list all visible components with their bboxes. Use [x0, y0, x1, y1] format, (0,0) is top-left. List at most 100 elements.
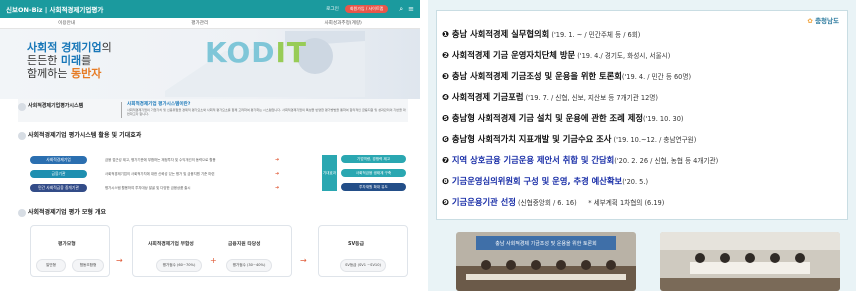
model-box-title: 금융지원 타당성: [228, 242, 261, 247]
system-intro-title: 사회적경제기업평가시스템: [28, 103, 84, 109]
usage-label[interactable]: 사회적경제기업: [30, 155, 87, 164]
item-title: 충남 사회적경제 실무협의회: [451, 29, 550, 39]
item-detail: ('19. 4./ 경기도, 화성시, 서울시): [575, 52, 671, 60]
item-title: 충남형 사회적경제 기금 설치 및 운용에 관한 조례 제정: [451, 113, 643, 123]
hero-line1: 사회적 경제기업: [27, 41, 102, 54]
usage-title-text: 사회적경제기업 평가시스템 활용 및 기대효과: [28, 132, 142, 139]
item-detail: ('19. 7. / 신협, 신보, 지산보 등 7개기관 12명): [523, 94, 658, 102]
model-title-text: 사회적경제기업 평가 모형 개요: [28, 209, 107, 216]
result-pill[interactable]: 기업역량, 경쟁력 제고: [341, 155, 406, 163]
model-chip[interactable]: SV등급 (SV1 ~SV10): [340, 259, 386, 272]
item-detail: ('19. 10. 30): [642, 115, 684, 123]
hero-line3: 함께하는: [27, 67, 71, 80]
province-logo-text: 충청남도: [815, 17, 839, 25]
usage-section-title: 사회적경제기업 평가시스템 활용 및 기대효과: [18, 130, 141, 140]
item-note: * 세부계획 1차협의 (6.19): [588, 199, 665, 207]
arrow-icon: →: [300, 256, 307, 265]
item-detail: ('19. 4. / 민간 등 60명): [621, 73, 692, 81]
hero-line1-suffix: 의: [101, 41, 112, 54]
effect-box: 기대효과: [322, 155, 337, 191]
model-box-title: SV등급: [348, 242, 364, 247]
timeline-item: ❷ 사회적경제 기금 운영자치단체 방문 ('19. 4./ 경기도, 화성시,…: [442, 49, 670, 61]
search-icon[interactable]: ⌕: [399, 5, 403, 14]
model-chip[interactable]: 협동조합형: [72, 259, 104, 272]
timeline-item: ❺ 충남형 사회적경제 기금 설치 및 운용에 관한 조례 제정('19. 10…: [442, 112, 683, 124]
arrow-icon: ➜: [275, 156, 280, 163]
hero-line2-em: 미래: [60, 54, 82, 67]
hero-line2-suffix: 를: [81, 54, 92, 67]
meeting-photo: 충남 사회적경제 기금조성 및 운용을 위한 토론회: [456, 232, 636, 291]
model-chip[interactable]: 평가점수 (60~70%): [156, 259, 202, 272]
kodit-logo-k: K: [205, 36, 227, 69]
nav-item-social-outcome[interactable]: 사회성과추정(계량): [324, 20, 361, 26]
usage-row: 금융기관 사회적경제기업의 사회적가치에 대한 신뢰성 있는 평가 및 금융지원…: [30, 169, 320, 178]
province-logo: ✿ 충청남도: [807, 15, 839, 25]
bullet-dot: [18, 131, 26, 140]
timeline-card: ✿ 충청남도 ❶ 충남 사회적경제 실무협의회 ('19. 1. ~ / 민간주…: [436, 10, 848, 220]
model-box-title: 사회적경제기업 부합성: [148, 242, 194, 247]
result-pill[interactable]: 투자재원 확대 유도: [341, 183, 406, 191]
item-title: 충남 사회적경제 기금조성 및 운용을 위한 토론회: [451, 71, 622, 81]
system-description: 사회적경제기업의 기업가치 및 신용위험을 경제적 평가요소와 사회적 평가요소…: [127, 108, 406, 116]
usage-text: 사회적경제기업의 사회적가치에 대한 신뢰성 있는 평가 및 금융지원 기준 마…: [105, 172, 215, 176]
item-detail: (신협중앙회 / 6. 16): [515, 199, 577, 207]
people-icon: ✿: [807, 17, 813, 25]
usage-text: 금융 접근성 제고, 평가기준에 부합하는 재정투자 및 수익개선의 동력으로 …: [105, 158, 216, 162]
plus-sign: +: [210, 256, 217, 265]
usage-text: 평가시스템 활용하여 투자대상 발굴 및 다양한 금융상품 출시: [105, 186, 191, 190]
system-question: 사회적경제기업 평가시스템이란?: [127, 102, 191, 107]
timeline-item: ❾ 기금운용기관 선정 (신협중앙회 / 6. 16) * 세부계획 1차협의 …: [442, 196, 664, 208]
meeting-photo-image: [660, 232, 840, 291]
arrow-icon: ➜: [275, 170, 280, 177]
item-number: ❺: [442, 113, 450, 123]
model-chip[interactable]: 일반형: [36, 259, 66, 272]
left-screenshot-panel: 신보ON-Biz | 사회적경제기업평가 로그인 회원가입 / 사이트맵 ⌕ ≡…: [0, 0, 420, 291]
top-header-bar: 신보ON-Biz | 사회적경제기업평가 로그인 회원가입 / 사이트맵 ⌕ ≡: [0, 0, 420, 18]
item-title: 충남형 사회적가치 지표개발 및 기금수요 조사: [451, 134, 612, 144]
hero-line3-em: 동반자: [70, 67, 102, 80]
usage-label[interactable]: 금융기관: [30, 169, 87, 178]
timeline-item: ❸ 충남 사회적경제 기금조성 및 운용을 위한 토론회('19. 4. / 민…: [442, 70, 691, 82]
item-title: 사회적경제 기금 운영자치단체 방문: [451, 50, 576, 60]
signup-button[interactable]: 회원가입 / 사이트맵: [344, 5, 389, 13]
item-title: 기금운영심의위원회 구성 및 운영, 추경 예산확보: [451, 176, 623, 186]
item-detail: ('19. 10.~12. / 충남연구원): [611, 136, 697, 144]
meeting-photo-image: 충남 사회적경제 기금조성 및 운용을 위한 토론회: [456, 232, 636, 291]
item-detail: ('20. 2. 26 / 신협, 농협 등 4개기관): [614, 157, 719, 165]
hero-headline: 사회적 경제기업의 든든한 미래를 함께하는 동반자: [27, 41, 112, 80]
nav-item-guide[interactable]: 이용안내: [58, 20, 75, 26]
item-number: ❹: [442, 92, 450, 102]
item-number: ❼: [442, 155, 450, 165]
usage-label[interactable]: 민간 사회적금융 중개기관: [30, 183, 87, 192]
result-pill[interactable]: 사회적금융 생태계 구축: [341, 169, 406, 177]
usage-row: 사회적경제기업 금융 접근성 제고, 평가기준에 부합하는 재정투자 및 수익개…: [30, 155, 320, 164]
login-link[interactable]: 로그인: [326, 6, 339, 12]
nav-item-evaluation[interactable]: 평가관리: [191, 20, 208, 26]
kodit-logo: KODIT: [205, 36, 307, 69]
item-number: ❽: [442, 176, 450, 186]
timeline-item: ❻ 충남형 사회적가치 지표개발 및 기금수요 조사 ('19. 10.~12.…: [442, 133, 696, 145]
timeline-item: ❼ 지역 상호금융 기금운용 제안서 취합 및 간담회('20. 2. 26 /…: [442, 154, 718, 166]
item-title: 사회적경제 기금포럼: [451, 92, 524, 102]
item-number: ❸: [442, 71, 450, 81]
right-slide-panel: ✿ 충청남도 ❶ 충남 사회적경제 실무협의회 ('19. 1. ~ / 민간주…: [428, 0, 856, 291]
menu-icon[interactable]: ≡: [408, 5, 414, 13]
item-detail: ('20. 5.): [622, 178, 649, 186]
kodit-logo-it: IT: [275, 36, 308, 69]
system-intro-section: 사회적경제기업평가시스템 사회적경제기업 평가시스템이란? 사회적경제기업의 기…: [18, 99, 408, 122]
hero-banner: 사회적 경제기업의 든든한 미래를 함께하는 동반자 KODIT: [0, 29, 420, 99]
arrow-icon: ➜: [275, 184, 280, 191]
item-number: ❻: [442, 134, 450, 144]
item-detail: ('19. 1. ~ / 민간주체 등 / 6회): [549, 31, 641, 39]
item-number: ❷: [442, 50, 450, 60]
photo-banner-text: 충남 사회적경제 기금조성 및 운용을 위한 토론회: [495, 240, 597, 247]
site-brand[interactable]: 신보ON-Biz | 사회적경제기업평가: [6, 4, 103, 14]
item-number: ❶: [442, 29, 450, 39]
timeline-item: ❹ 사회적경제 기금포럼 ('19. 7. / 신협, 신보, 지산보 등 7개…: [442, 91, 658, 103]
timeline-item: ❶ 충남 사회적경제 실무협의회 ('19. 1. ~ / 민간주체 등 / 6…: [442, 28, 640, 40]
model-chip[interactable]: 평가점수 (30~40%): [226, 259, 272, 272]
bullet-dot: [18, 208, 26, 217]
divider: [121, 102, 122, 118]
timeline-item: ❽ 기금운영심의위원회 구성 및 운영, 추경 예산확보('20. 5.): [442, 175, 648, 187]
arrow-icon: →: [116, 256, 123, 265]
